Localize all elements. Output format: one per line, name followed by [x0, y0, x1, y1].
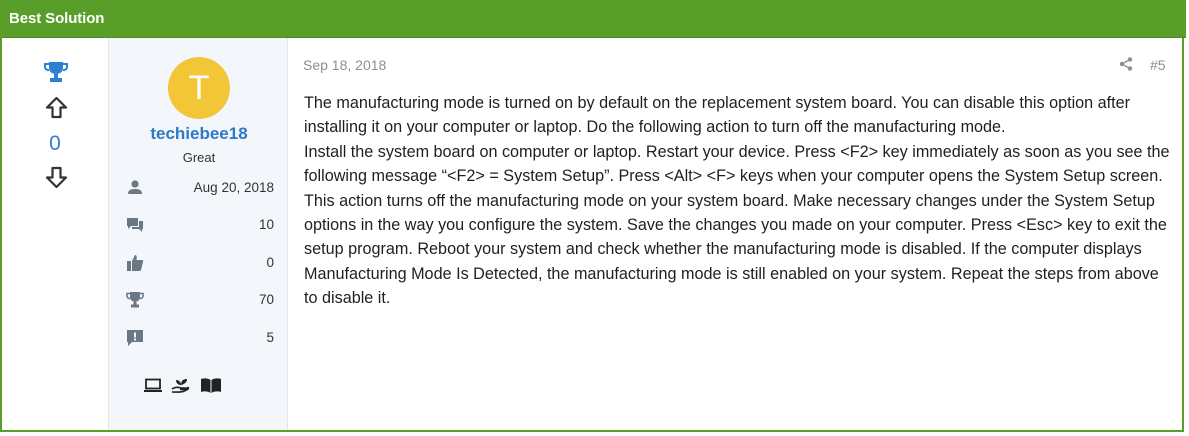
upvote-arrow-icon[interactable]: [44, 95, 69, 120]
vote-score: 0: [49, 132, 61, 155]
thumbs-up-icon: [127, 255, 144, 271]
post-paragraph: The manufacturing mode is turned on by d…: [304, 94, 1131, 137]
report-icon: [127, 330, 143, 346]
stat-value: 70: [258, 292, 274, 307]
user-badges: [143, 376, 225, 396]
messages-icon: [127, 218, 143, 232]
header-title: Best Solution: [9, 10, 105, 27]
stat-value: 0: [266, 255, 274, 270]
user-icon: [128, 180, 142, 194]
stat-messages: 10: [109, 215, 289, 235]
stat-joined: Aug 20, 2018: [109, 178, 289, 198]
stat-reports: 5: [109, 328, 289, 348]
hand-plant-icon[interactable]: [171, 376, 191, 394]
post-date[interactable]: Sep 18, 2018: [303, 57, 386, 73]
laptop-icon[interactable]: [143, 378, 163, 394]
post-body: The manufacturing mode is turned on by d…: [304, 91, 1174, 311]
best-solution-header: Best Solution: [2, 0, 1186, 38]
stat-value: 10: [258, 217, 274, 232]
avatar[interactable]: T: [168, 57, 230, 119]
trophy-icon: [126, 292, 144, 308]
post-paragraph: Install the system board on computer or …: [304, 142, 1170, 308]
post-number[interactable]: #5: [1150, 57, 1166, 73]
best-solution-panel: Best Solution 0 T techiebee18 Great Aug …: [0, 0, 1186, 432]
book-icon[interactable]: [200, 377, 222, 394]
stat-value: Aug 20, 2018: [193, 180, 274, 195]
trophy-icon: [44, 62, 68, 82]
user-title: Great: [182, 150, 216, 165]
username-link[interactable]: techiebee18: [109, 124, 289, 144]
stat-value: 5: [266, 330, 274, 345]
user-info-column: T techiebee18 Great Aug 20, 2018 10 0 70…: [108, 38, 288, 430]
post-content-column: Sep 18, 2018 #5 The manufacturing mode i…: [288, 38, 1184, 430]
share-icon[interactable]: [1118, 56, 1134, 72]
stat-points: 70: [109, 290, 289, 310]
stat-reactions: 0: [109, 253, 289, 273]
vote-column: 0: [4, 38, 108, 430]
downvote-arrow-icon[interactable]: [44, 165, 69, 190]
